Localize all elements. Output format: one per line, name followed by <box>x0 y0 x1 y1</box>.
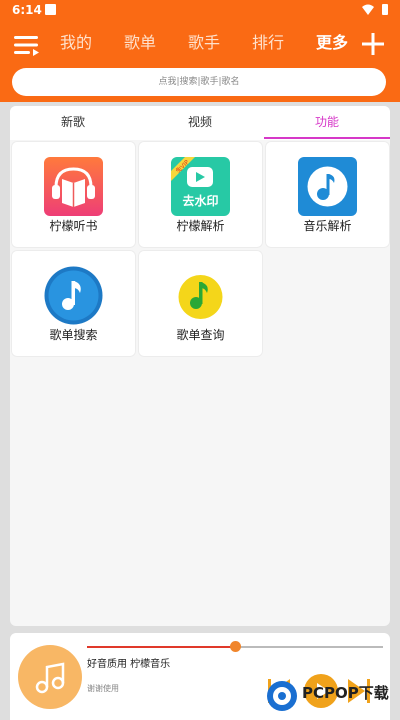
function-item-music-parse[interactable]: 音乐解析 <box>265 141 390 248</box>
music-note-icon <box>35 662 65 694</box>
headphones-book-icon <box>44 157 103 216</box>
battery-icon <box>382 4 388 15</box>
function-item-lemon-parse[interactable]: 免VIP 去水印 柠檬解析 <box>138 141 263 248</box>
nav-tab-mine[interactable]: 我的 <box>60 32 92 54</box>
nav-tab-playlists[interactable]: 歌单 <box>124 32 156 54</box>
song-subtitle: 谢谢使用 <box>87 684 119 693</box>
icon-text: 去水印 <box>182 193 218 208</box>
status-time: 6:14 <box>12 3 42 17</box>
function-label: 歌单搜索 <box>49 328 98 342</box>
function-label: 音乐解析 <box>303 219 352 233</box>
album-cover[interactable] <box>18 645 82 709</box>
content-panel: 新歌 视频 功能 柠檬听书 免VIP 去水印 柠檬解析 音乐解析 歌单搜索 歌单… <box>10 106 390 626</box>
content-tabs: 新歌 视频 功能 <box>10 106 390 140</box>
music-note-icon <box>178 275 223 319</box>
function-item-lemon-audiobook[interactable]: 柠檬听书 <box>11 141 136 248</box>
progress-bar[interactable] <box>87 641 383 652</box>
notification-icon <box>45 4 56 15</box>
function-label: 柠檬听书 <box>49 219 98 233</box>
nav-tab-more[interactable]: 更多 <box>316 32 348 54</box>
top-navbar: 我的 歌单 歌手 排行 更多 <box>0 26 400 62</box>
status-bar: 6:14 <box>0 0 400 22</box>
nav-tab-charts[interactable]: 排行 <box>252 32 284 54</box>
progress-fill <box>87 646 235 648</box>
music-note-icon <box>298 157 357 216</box>
music-note-icon <box>44 266 103 325</box>
progress-handle[interactable] <box>230 641 241 652</box>
mini-player: 好音质用 柠檬音乐 谢谢使用 PCPOP下载 <box>10 633 390 720</box>
pcpop-logo-icon <box>267 681 297 711</box>
app-header: 6:14 我的 歌单 歌手 排行 更多 点我|搜索|歌手|歌名 <box>0 0 400 102</box>
tab-new-songs[interactable]: 新歌 <box>10 106 136 138</box>
function-item-playlist-query[interactable]: 歌单查询 <box>138 250 263 357</box>
watermark-text: PCPOP下载 <box>302 684 389 702</box>
add-icon[interactable] <box>360 31 386 57</box>
search-input[interactable]: 点我|搜索|歌手|歌名 <box>12 68 386 96</box>
function-item-playlist-search[interactable]: 歌单搜索 <box>11 250 136 357</box>
song-title: 好音质用 柠檬音乐 <box>87 659 171 670</box>
tab-videos[interactable]: 视频 <box>137 106 263 138</box>
watermark-remove-icon: 免VIP 去水印 <box>171 157 230 216</box>
tab-indicator <box>264 137 390 139</box>
function-label: 柠檬解析 <box>176 219 225 233</box>
menu-icon[interactable] <box>14 34 40 56</box>
wifi-icon <box>362 4 374 15</box>
watermark-logo: PCPOP下载 <box>266 680 389 714</box>
function-label: 歌单查询 <box>176 328 225 342</box>
tab-functions[interactable]: 功能 <box>264 106 390 138</box>
nav-tab-singers[interactable]: 歌手 <box>188 32 220 54</box>
